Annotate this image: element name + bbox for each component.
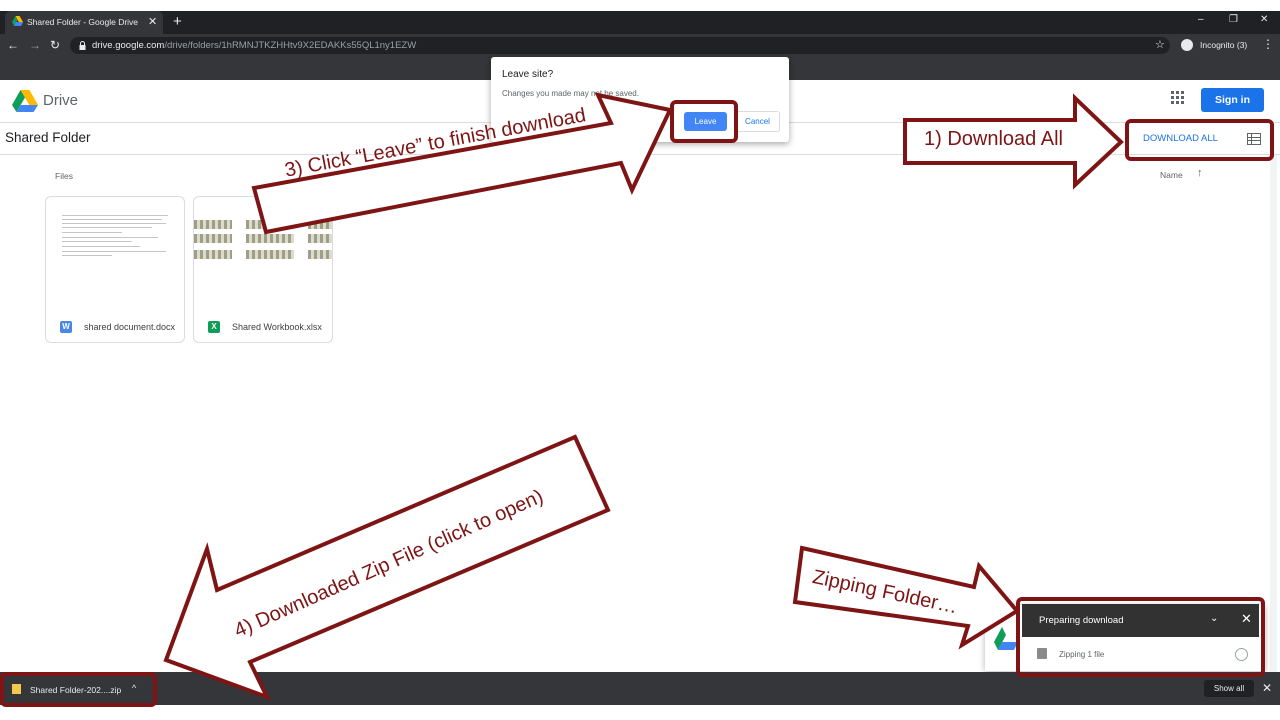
- zip-file-highlight: [0, 672, 157, 707]
- download-panel-highlight: [1016, 597, 1265, 677]
- leave-highlight: [670, 100, 738, 143]
- download-all-highlight: [1125, 119, 1274, 161]
- step1-label: 1) Download All: [924, 128, 1063, 150]
